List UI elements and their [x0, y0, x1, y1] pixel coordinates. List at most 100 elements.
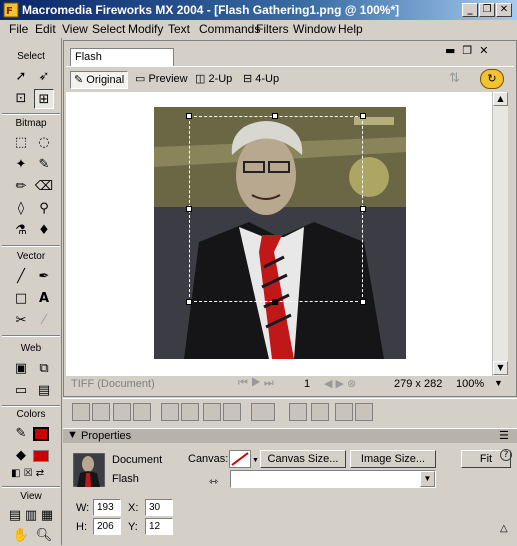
properties-expand-icon[interactable]: ▼	[67, 429, 78, 441]
eraser-tool-icon[interactable]: ⌫	[34, 177, 54, 197]
pointer-tool-icon[interactable]: ➚	[11, 67, 31, 87]
panel-options-icon[interactable]: ☰	[499, 429, 509, 442]
crop-handle[interactable]	[186, 113, 192, 119]
matte-dropdown-icon[interactable]: ▼	[420, 471, 435, 487]
crop-handle[interactable]	[186, 206, 192, 212]
bring-forward-icon[interactable]	[181, 403, 199, 421]
menu-text[interactable]: Text	[168, 22, 190, 36]
frame-navigation[interactable]: ◀ ▶ ⊗	[324, 377, 356, 390]
flip-vertical-icon[interactable]	[355, 403, 373, 421]
collapse-panel-icon[interactable]: △	[500, 523, 508, 534]
pen-tool-icon[interactable]: ✒	[34, 267, 54, 287]
flip-horizontal-icon[interactable]	[335, 403, 353, 421]
menu-help[interactable]: Help	[338, 22, 363, 36]
crop-handle[interactable]	[360, 206, 366, 212]
scale-tool-icon[interactable]: ⊡	[11, 89, 31, 109]
group-icon[interactable]	[72, 403, 90, 421]
pencil-tool-icon[interactable]: ✏	[11, 177, 31, 197]
zoom-dropdown-icon[interactable]: ▼	[494, 378, 503, 388]
rotate-right-icon[interactable]	[311, 403, 329, 421]
close-icon[interactable]: ✕	[496, 3, 512, 17]
menu-modify[interactable]: Modify	[128, 22, 163, 36]
magic-wand-icon[interactable]: ✦	[11, 155, 31, 175]
hotspot-tool-icon[interactable]: ▣	[11, 359, 31, 379]
full-screen-mode-icon[interactable]: ▦	[39, 506, 55, 526]
freeform-tool-icon[interactable]: ⁄	[34, 311, 54, 331]
subselection-tool-icon[interactable]: ➶	[34, 67, 54, 87]
canvas-color-swatch[interactable]	[229, 450, 251, 468]
blur-tool-icon[interactable]: ◊	[11, 199, 31, 219]
full-screen-menus-icon[interactable]: ▥	[23, 506, 39, 526]
crop-tool-icon[interactable]: ⊞	[34, 89, 54, 109]
tab-original[interactable]: ✎ Original	[70, 71, 129, 89]
send-backward-icon[interactable]	[203, 403, 221, 421]
crop-handle[interactable]	[272, 299, 278, 305]
rubber-stamp-icon[interactable]: ⚲	[34, 199, 54, 219]
paint-bucket-icon[interactable]: ♦	[34, 221, 54, 241]
menu-window[interactable]: Window	[293, 22, 336, 36]
line-tool-icon[interactable]: ╱	[11, 267, 31, 287]
matte-select[interactable]	[230, 470, 436, 488]
doc-close-icon[interactable]: ✕	[479, 44, 488, 57]
canvas-size-button[interactable]: Canvas Size...	[260, 450, 346, 468]
document-window-controls[interactable]: ▬ ❐ ✕	[445, 44, 515, 58]
playback-controls[interactable]: ⏮ ▶ ⏭	[238, 377, 274, 390]
swap-default-colors-icon[interactable]: ◧ ☒ ⇄	[11, 468, 51, 482]
fireworks-update-icon[interactable]: ↻	[480, 69, 504, 89]
menu-commands[interactable]: Commands	[199, 22, 260, 36]
rotate-left-icon[interactable]	[289, 403, 307, 421]
width-field[interactable]: 193	[93, 499, 121, 516]
tab-2-up[interactable]: ◫ 2-Up	[192, 71, 235, 89]
zoom-level[interactable]: 100%	[456, 378, 484, 390]
crop-handle[interactable]	[360, 113, 366, 119]
crop-handle[interactable]	[272, 113, 278, 119]
help-icon[interactable]: ?	[500, 449, 512, 461]
stroke-color-icon[interactable]: ✎	[11, 424, 31, 444]
vertical-scrollbar[interactable]: ▲ ▼	[492, 92, 508, 376]
tab-preview[interactable]: ▭ Preview	[132, 71, 191, 89]
bring-front-icon[interactable]	[161, 403, 179, 421]
eyedropper-icon[interactable]: ⚗	[11, 221, 31, 241]
ungroup-icon[interactable]	[92, 403, 110, 421]
tab-4-up[interactable]: ⊟ 4-Up	[240, 71, 282, 89]
send-back-icon[interactable]	[223, 403, 241, 421]
restore-icon[interactable]: ❐	[479, 3, 495, 17]
join-icon[interactable]	[113, 403, 131, 421]
standard-screen-mode-icon[interactable]: ▤	[7, 506, 23, 526]
canvas-color-dropdown-icon[interactable]: ▼	[252, 457, 259, 464]
stroke-color-swatch[interactable]	[33, 427, 49, 441]
fill-color-icon[interactable]: ◆	[11, 446, 31, 466]
fill-color-swatch[interactable]	[33, 450, 49, 462]
menu-edit[interactable]: Edit	[35, 22, 56, 36]
scroll-up-icon[interactable]: ▲	[493, 92, 508, 106]
crop-marquee[interactable]	[189, 116, 363, 302]
minimize-icon[interactable]: _	[462, 3, 478, 17]
hide-slices-icon[interactable]: ▭	[11, 381, 31, 401]
doc-minimize-icon[interactable]: ▬	[445, 44, 455, 57]
scroll-down-icon[interactable]: ▼	[493, 361, 508, 375]
doc-restore-icon[interactable]: ❐	[462, 44, 472, 57]
menu-view[interactable]: View	[62, 22, 88, 36]
show-slices-icon[interactable]: ▤	[34, 381, 54, 401]
height-field[interactable]: 206	[93, 518, 121, 535]
image-size-button[interactable]: Image Size...	[350, 450, 436, 468]
lasso-tool-icon[interactable]: ◌	[34, 133, 54, 153]
crop-handle[interactable]	[360, 299, 366, 305]
crop-handle[interactable]	[186, 299, 192, 305]
document-tab[interactable]: Flash Gathering1.png*	[70, 48, 174, 79]
x-field[interactable]: 30	[145, 499, 173, 516]
menu-select[interactable]: Select	[92, 22, 125, 36]
menu-file[interactable]: File	[9, 22, 28, 36]
brush-tool-icon[interactable]: ✎	[34, 155, 54, 175]
slice-tool-icon[interactable]: ⧉	[34, 359, 54, 379]
text-tool-icon[interactable]: A	[34, 289, 54, 309]
marquee-tool-icon[interactable]: ⬚	[11, 133, 31, 153]
menu-filters[interactable]: Filters	[256, 22, 289, 36]
y-field[interactable]: 12	[145, 518, 173, 535]
hand-tool-icon[interactable]: ✋	[11, 526, 31, 546]
properties-panel-header[interactable]: ▼ Properties ☰	[63, 428, 517, 443]
rectangle-tool-icon[interactable]: □	[11, 289, 31, 309]
align-menu-icon[interactable]	[251, 403, 275, 421]
zoom-tool-icon[interactable]: 🔍︎	[34, 526, 54, 546]
knife-tool-icon[interactable]: ✂	[11, 311, 31, 331]
